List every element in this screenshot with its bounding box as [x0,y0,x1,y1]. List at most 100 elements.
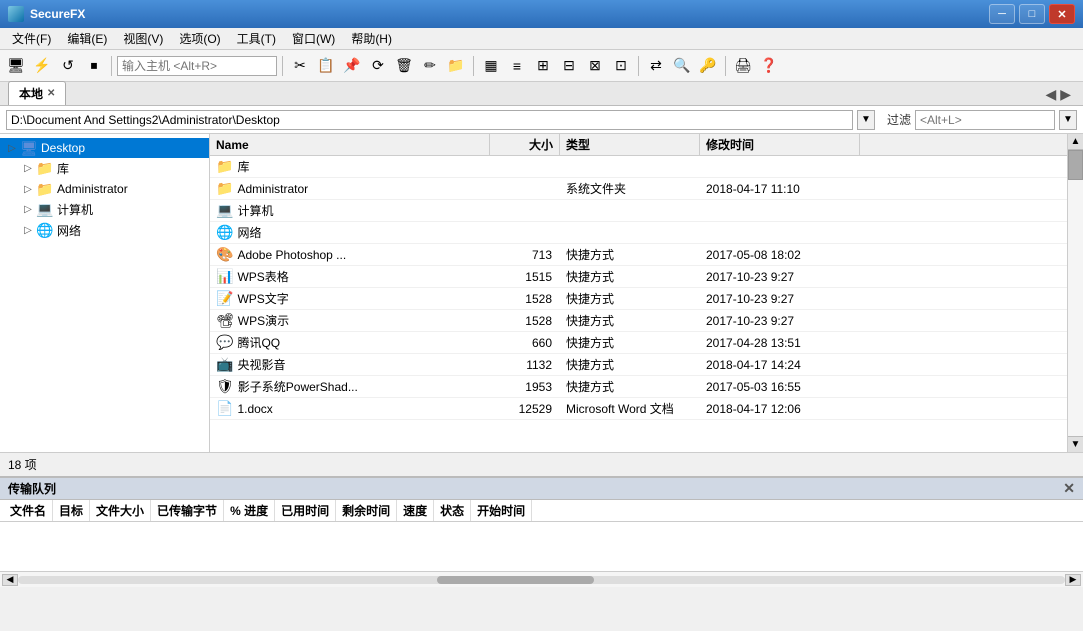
file-row[interactable]: 🛡影子系统PowerShad...1953快捷方式2017-05-03 16:5… [210,376,1067,398]
file-cell-date: 2017-10-23 9:27 [700,312,860,330]
file-cell-type [560,209,700,213]
tb-filter-icon[interactable]: 🔍 [670,54,694,78]
col-header-size[interactable]: 大小 [490,134,560,155]
computer-icon: 💻 [36,202,54,218]
file-list-area: Name 大小 类型 修改时间 📁库📁Administrator系统文件夹201… [210,134,1067,452]
tb-view1-icon[interactable]: ▦ [479,54,503,78]
transfer-close-btn[interactable]: ✕ [1063,480,1075,497]
tb-view3-icon[interactable]: ⊞ [531,54,555,78]
tb-cut-icon[interactable]: ✂ [288,54,312,78]
tab-arrow-left[interactable]: ◀ [1045,86,1056,103]
file-cell-type: 快捷方式 [560,310,700,331]
tb-view5-icon[interactable]: ⊠ [583,54,607,78]
tb-sync-icon[interactable]: ⇄ [644,54,668,78]
file-row[interactable]: 💻计算机 [210,200,1067,222]
tree-item-ku[interactable]: ▷ 📁 库 [0,158,209,179]
tb-help-icon[interactable]: ❓ [757,54,781,78]
file-cell-date: 2017-10-23 9:27 [700,290,860,308]
menu-item-窗口(W)[interactable]: 窗口(W) [284,28,343,49]
file-name: WPS文字 [237,290,288,307]
file-cell-name: 💻计算机 [210,200,490,221]
expand-icon-computer[interactable]: ▷ [20,202,36,218]
filter-input[interactable] [915,110,1055,130]
local-tab-close[interactable]: ✕ [47,88,55,99]
file-row[interactable]: 📊WPS表格1515快捷方式2017-10-23 9:27 [210,266,1067,288]
file-cell-date [700,165,860,169]
tree-item-desktop[interactable]: ▷ 🖥 Desktop [0,138,209,158]
tb-view6-icon[interactable]: ⊡ [609,54,633,78]
menu-item-视图(V)[interactable]: 视图(V) [115,28,171,49]
restore-button[interactable]: □ [1019,4,1045,24]
local-tab[interactable]: 本地 ✕ [8,81,66,105]
transfer-col-header: 文件名 [4,500,53,521]
file-icon: 📺 [216,356,233,373]
tb-stop-icon[interactable]: ⏹ [82,54,106,78]
tb-rename-icon[interactable]: ✏ [418,54,442,78]
menu-item-文件(F)[interactable]: 文件(F) [4,28,59,49]
expand-icon-admin[interactable]: ▷ [20,181,36,197]
minimize-button[interactable]: ─ [989,4,1015,24]
file-name: 网络 [237,224,261,241]
tree-item-computer[interactable]: ▷ 💻 计算机 [0,199,209,220]
tb-delete-icon[interactable]: 🗑 [392,54,416,78]
tb-view4-icon[interactable]: ⊟ [557,54,581,78]
tb-refresh-icon[interactable]: ⟳ [366,54,390,78]
file-name: 计算机 [237,202,273,219]
menu-item-工具(T)[interactable]: 工具(T) [229,28,284,49]
status-text: 18 项 [8,456,37,473]
tb-paste-icon[interactable]: 📌 [340,54,364,78]
toolbar-sep-4 [638,56,639,76]
file-row[interactable]: 💬腾讯QQ660快捷方式2017-04-28 13:51 [210,332,1067,354]
expand-icon-ku[interactable]: ▷ [20,161,36,177]
tb-copy-icon[interactable]: 📋 [314,54,338,78]
file-name: 1.docx [237,402,272,416]
close-button[interactable]: ✕ [1049,4,1075,24]
file-row[interactable]: 📁库 [210,156,1067,178]
col-header-date[interactable]: 修改时间 [700,134,860,155]
col-header-type[interactable]: 类型 [560,134,700,155]
transfer-col-header: 已传输字节 [151,500,224,521]
tree-label-network: 网络 [57,222,81,239]
tb-key-icon[interactable]: 🔑 [696,54,720,78]
file-cell-date [700,209,860,213]
file-row[interactable]: 📄1.docx12529Microsoft Word 文档2018-04-17 … [210,398,1067,420]
filter-label: 过滤 [887,111,911,128]
file-icon: 📁 [216,180,233,197]
file-row[interactable]: 📽WPS演示1528快捷方式2017-10-23 9:27 [210,310,1067,332]
expand-icon-desktop[interactable]: ▷ [4,140,20,156]
menu-item-选项(O)[interactable]: 选项(O) [171,28,228,49]
tab-bar: 本地 ✕ ◀ ▶ [0,82,1083,106]
path-input[interactable] [6,110,853,130]
tree-item-admin[interactable]: ▷ 📁 Administrator [0,179,209,199]
expand-icon-network[interactable]: ▷ [20,223,36,239]
file-cell-date: 2018-04-17 12:06 [700,400,860,418]
path-dropdown-btn[interactable]: ▼ [857,110,875,130]
menu-item-帮助(H)[interactable]: 帮助(H) [343,28,400,49]
tb-reconnect-icon[interactable]: ↺ [56,54,80,78]
tb-view2-icon[interactable]: ≡ [505,54,529,78]
file-cell-size [490,209,560,213]
file-icon: 📁 [216,158,233,175]
file-row[interactable]: 🎨Adobe Photoshop ...713快捷方式2017-05-08 18… [210,244,1067,266]
host-input[interactable] [117,56,277,76]
file-cell-size [490,231,560,235]
transfer-col-header: 剩余时间 [336,500,397,521]
tab-arrow-right[interactable]: ▶ [1060,86,1071,103]
tb-quick-connect-icon[interactable]: ⚡ [30,54,54,78]
filter-dropdown-btn[interactable]: ▼ [1059,110,1077,130]
file-row[interactable]: 🌐网络 [210,222,1067,244]
file-name: 影子系统PowerShad... [238,378,358,395]
window-controls: ─ □ ✕ [989,4,1075,24]
tb-connect-icon[interactable]: 🖥 [4,54,28,78]
right-scrollbar[interactable]: ▲ ▼ [1067,134,1083,452]
tb-print-icon[interactable]: 🖨 [731,54,755,78]
file-row[interactable]: 📺央视影音1132快捷方式2018-04-17 14:24 [210,354,1067,376]
file-row[interactable]: 📝WPS文字1528快捷方式2017-10-23 9:27 [210,288,1067,310]
h-scrollbar[interactable]: ◀ ▶ [0,571,1083,587]
file-row[interactable]: 📁Administrator系统文件夹2018-04-17 11:10 [210,178,1067,200]
h-scroll-thumb[interactable] [437,576,594,584]
tb-mkdir-icon[interactable]: 📁 [444,54,468,78]
col-header-name[interactable]: Name [210,134,490,155]
menu-item-编辑(E)[interactable]: 编辑(E) [59,28,115,49]
tree-item-network[interactable]: ▷ 🌐 网络 [0,220,209,241]
